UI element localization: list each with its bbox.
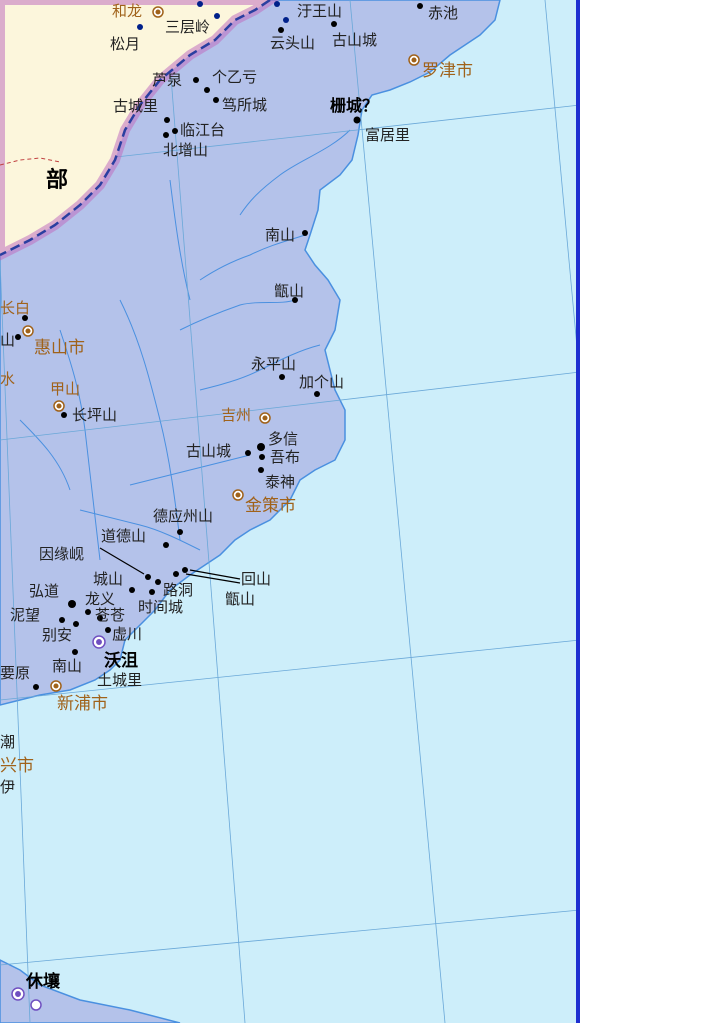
label-gosansong-s: 古山城	[186, 442, 231, 460]
label-taesin: 泰神	[265, 473, 295, 491]
label-rodong: 路洞	[163, 581, 193, 599]
map-frame-border	[576, 0, 580, 1023]
label-changpyeongsan: 长坪山	[72, 406, 117, 424]
label-sinpo: 新浦市	[57, 694, 108, 714]
label-san-partial: 山	[0, 331, 15, 349]
label-xx-partial: 兴市	[0, 756, 34, 776]
label-baek: 长白	[0, 299, 30, 317]
label-gosongli: 古城里	[113, 97, 158, 115]
label-jeungsan-s: 甑山	[225, 590, 255, 608]
label-nimang: 泥望	[10, 606, 40, 624]
label-duosin: 多信	[268, 430, 298, 448]
label-namsan-s: 南山	[52, 657, 82, 675]
map-canvas[interactable]: 部 和龙 三层岭 松月 汙王山 赤池 云头山 古山城 罗津市 芦泉 个乙亏 古城…	[0, 0, 580, 1023]
label-seongsan: 城山	[93, 570, 123, 588]
label-hyuyang: 休壤	[25, 971, 61, 992]
region-label: 部	[46, 167, 68, 193]
label-hongdo: 弘道	[29, 582, 59, 600]
label-hyesan: 惠山市	[34, 338, 85, 358]
label-bukjeungsan: 北增山	[163, 141, 208, 159]
label-luchuan: 芦泉	[152, 71, 182, 89]
label-okjo: 沃沮	[104, 650, 138, 671]
label-namsan-n: 南山	[265, 226, 295, 244]
label-songgang: 松月	[110, 35, 140, 53]
label-gagaesan: 加个山	[299, 373, 344, 391]
label-byeolan: 别安	[42, 626, 72, 644]
label-gosansong-n: 古山城	[332, 31, 377, 49]
label-samcheungryeong: 三层岭	[165, 18, 210, 36]
label-dodeoksan: 道德山	[101, 527, 146, 545]
label-hoesan: 回山	[241, 570, 271, 588]
label-sakseong: 栅城？	[330, 96, 378, 115]
label-yowon: 要原	[0, 664, 30, 682]
label-kapsan: 甲山	[50, 380, 80, 398]
label-heochuan: 虚川	[112, 625, 142, 643]
label-yeongpyeongsan: 永平山	[251, 355, 296, 373]
label-kimchaek: 金策市	[245, 496, 296, 516]
label-bing-partial: 水	[0, 370, 15, 388]
label-deokeungjusan: 德应州山	[153, 507, 213, 525]
label-changchang: 苍苍	[95, 606, 125, 624]
label-inyeonhyeon: 因缘岘	[39, 545, 84, 563]
label-bugeori: 富居里	[365, 126, 410, 144]
label-geyigan: 个乙亏	[212, 68, 257, 86]
label-imgangdae: 临江台	[180, 121, 225, 139]
label-najin: 罗津市	[422, 61, 473, 81]
label-toseongni: 土城里	[97, 671, 142, 689]
map-frame[interactable]: 部 和龙 三层岭 松月 汙王山 赤池 云头山 古山城 罗津市 芦泉 个乙亏 古城…	[0, 0, 580, 1023]
label-kilju: 吉州	[221, 406, 251, 424]
label-jeungsan-n: 甑山	[274, 282, 304, 300]
label-yi: 伊	[0, 778, 15, 796]
label-wangsan: 汙王山	[297, 2, 342, 20]
label-yundusan: 云头山	[270, 34, 315, 52]
label-hwaryong: 和龙	[112, 2, 142, 20]
label-sigancheng: 时间城	[138, 598, 183, 616]
label-chiji: 赤池	[428, 4, 458, 22]
label-chao: 潮	[0, 733, 15, 751]
label-dusocheng: 笃所城	[222, 96, 267, 114]
label-obu: 吾布	[270, 448, 300, 466]
